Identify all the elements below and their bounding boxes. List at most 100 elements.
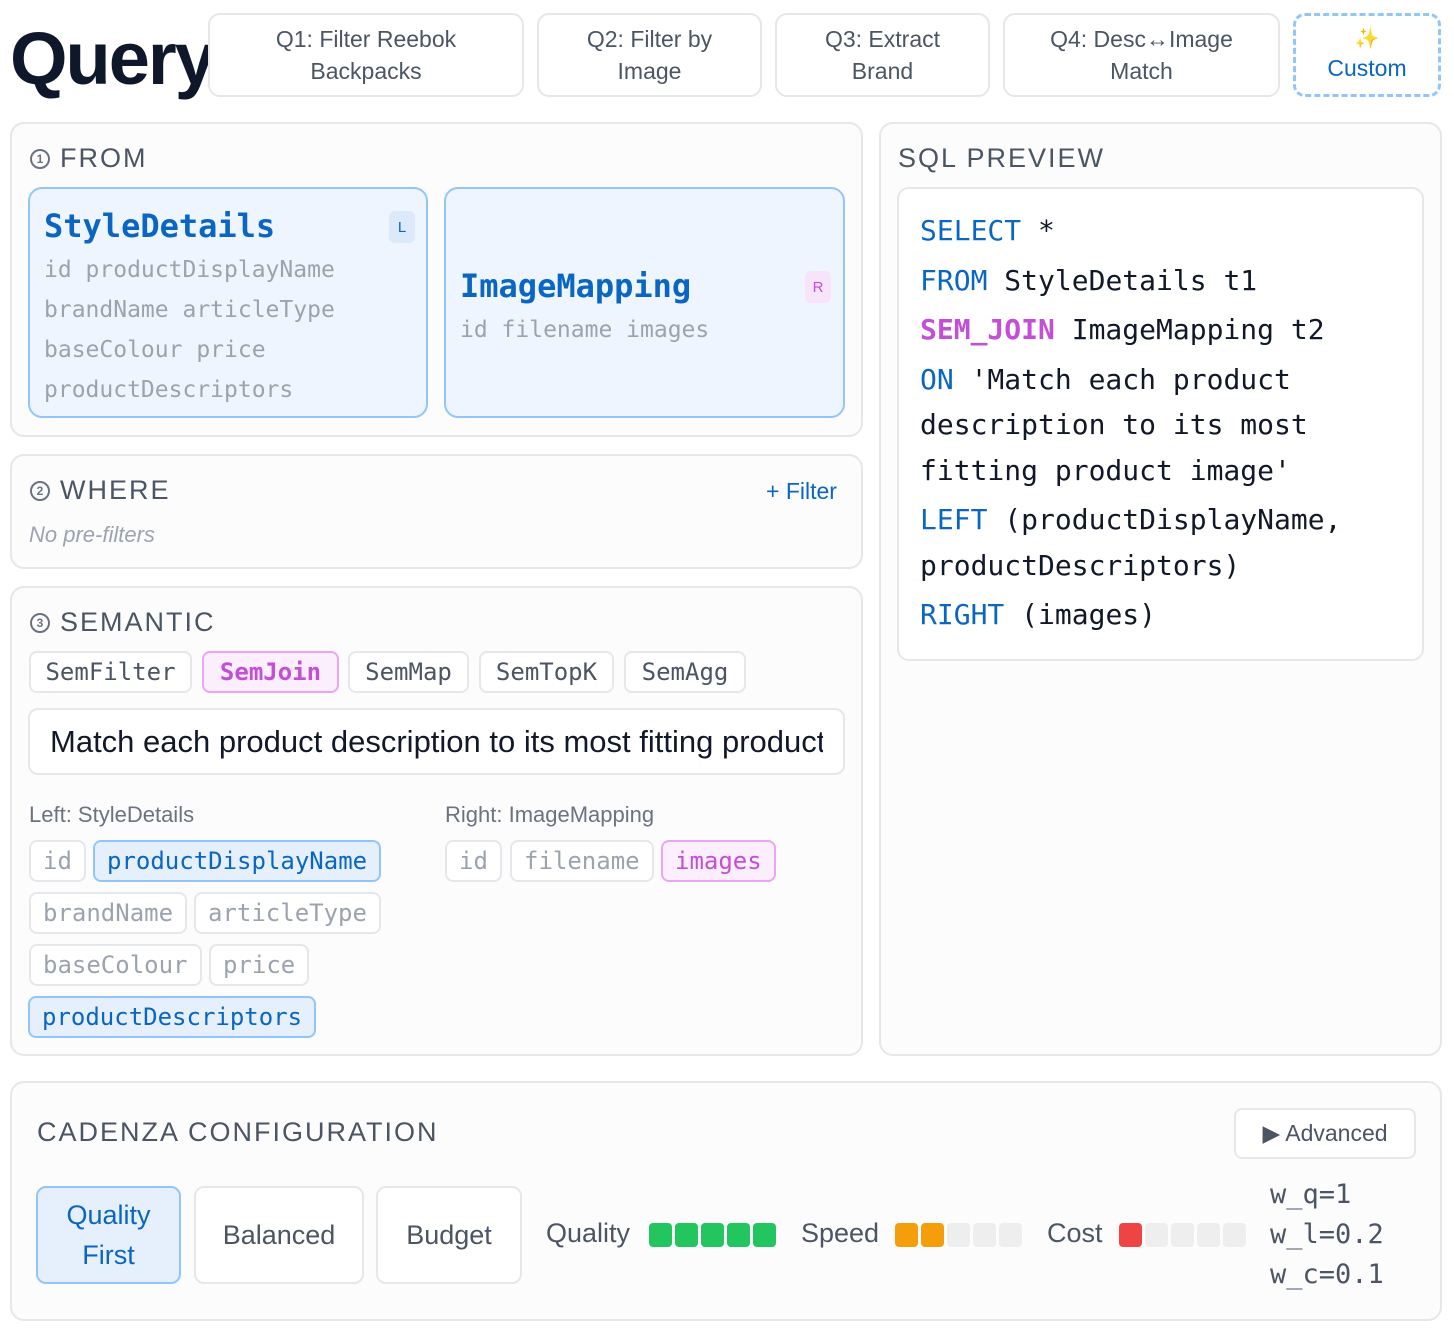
sql-keyword: SEM_JOIN [920,313,1055,346]
semantic-section-title: 3 SEMANTIC [30,607,216,638]
semantic-title-text: SEMANTIC [60,607,216,637]
sql-line: productDescriptors) [920,549,1240,582]
left-table-columns-line: id productDisplayName [44,257,335,283]
left-table-columns-line: productDescriptors [44,377,294,403]
sql-text: (images) [1004,598,1157,631]
right-table-card[interactable]: ImageMapping R id filename images [444,187,845,418]
preset-q1-line2: Backpacks [310,58,422,84]
from-section-title: 1 FROM [30,143,147,174]
where-section-title: 2 WHERE [30,475,171,506]
left-col-productdisplayname[interactable]: productDisplayName [93,840,382,882]
speed-meter [895,1223,1022,1247]
preset-q3-button[interactable]: Q3: Extract Brand [775,13,990,97]
left-col-basecolour[interactable]: baseColour [29,944,202,986]
sql-text: fitting product image' [920,454,1291,487]
add-filter-button[interactable]: + Filter [766,478,837,505]
preset-q3-line2: Brand [851,58,914,84]
sql-line: fitting product image' [920,454,1291,487]
custom-query-button[interactable]: ✨ Custom [1293,13,1441,97]
cost-meter-label: Cost [1047,1218,1103,1248]
left-col-id[interactable]: id [29,840,86,882]
left-col-brandname[interactable]: brandName [29,892,188,934]
meter-segment [701,1223,724,1247]
op-semjoin-button[interactable]: SemJoin [202,651,339,693]
page-title: Query [10,17,216,100]
op-semtopk-button[interactable]: SemTopK [479,651,614,693]
sql-line: SELECT * [920,214,1055,247]
sql-line: description to its most [920,408,1308,441]
quality-meter [649,1223,776,1247]
right-columns-label: Right: ImageMapping [445,802,655,827]
right-table-badge: R [805,271,831,303]
right-col-images[interactable]: images [661,840,776,882]
sql-text: description to its most [920,408,1308,441]
right-table-name: ImageMapping [460,267,692,305]
meter-segment [1145,1223,1168,1247]
mode-label-line: Quality [66,1200,151,1230]
quality-meter-label: Quality [546,1218,631,1248]
meter-segment [727,1223,750,1247]
step-1-icon: 1 [30,148,50,169]
preset-q2-line1: Q2: Filter by [586,26,713,52]
right-table-columns: id filename images [460,310,709,350]
meter-segment [999,1223,1022,1247]
preset-q4-line1: Q4: Desc↔Image [1050,26,1233,52]
sql-text: StyleDetails t1 [987,264,1258,297]
meter-segment [1223,1223,1246,1247]
left-col-articletype[interactable]: articleType [194,892,381,934]
advanced-toggle-button[interactable]: ▶ Advanced [1234,1108,1416,1159]
sql-text: 'Match each product [953,363,1291,396]
preset-q3-line1: Q3: Extract [824,26,941,52]
left-table-columns-line: brandName articleType [44,297,335,323]
weights-readout: w_q=1 w_l=0.2 w_c=0.1 [1270,1175,1384,1295]
weight-cost: w_c=0.1 [1270,1259,1384,1290]
weight-latency: w_l=0.2 [1270,1219,1384,1250]
meter-segment [973,1223,996,1247]
meter-segment [921,1223,944,1247]
sql-text: productDescriptors) [920,549,1241,582]
left-table-badge: L [389,211,415,243]
left-table-card[interactable]: StyleDetails L id productDisplayName bra… [28,187,428,418]
mode-balanced-button[interactable]: Balanced [194,1186,364,1284]
mode-label-line: First [82,1240,135,1270]
left-table-columns: id productDisplayName brandName articleT… [44,250,335,410]
sql-line: FROM StyleDetails t1 [920,264,1257,297]
sql-keyword: RIGHT [920,598,1005,631]
meter-segment [1171,1223,1194,1247]
sql-keyword: ON [920,363,954,396]
cadenza-title: CADENZA CONFIGURATION [37,1117,439,1147]
sql-line: RIGHT (images) [920,598,1156,631]
right-col-id[interactable]: id [445,840,502,882]
weight-quality: w_q=1 [1270,1179,1352,1210]
op-semagg-button[interactable]: SemAgg [624,651,746,693]
meter-segment [753,1223,776,1247]
mode-budget-button[interactable]: Budget [376,1186,522,1284]
custom-label: Custom [1327,55,1407,81]
meter-segment [895,1223,918,1247]
sql-keyword: LEFT [920,503,988,536]
where-panel [10,454,863,569]
meter-segment [649,1223,672,1247]
sql-keyword: SELECT [920,214,1022,247]
preset-q2-line2: Image [617,58,682,84]
preset-q4-button[interactable]: Q4: Desc↔Image Match [1003,13,1280,97]
semantic-prompt-input[interactable] [28,708,845,775]
left-col-productdescriptors[interactable]: productDescriptors [28,996,317,1038]
right-col-filename[interactable]: filename [510,840,654,882]
meter-segment [675,1223,698,1247]
op-semfilter-button[interactable]: SemFilter [29,651,192,693]
sparkles-icon: ✨ [1354,28,1380,50]
mode-quality-first-button[interactable]: Quality First [36,1186,181,1284]
cost-meter [1119,1223,1246,1247]
sql-line: ON 'Match each product [920,363,1291,396]
meter-segment [947,1223,970,1247]
preset-q1-button[interactable]: Q1: Filter Reebok Backpacks [208,13,524,97]
no-prefilters-text: No pre-filters [29,522,155,547]
left-col-price[interactable]: price [209,944,310,986]
left-table-columns-line: baseColour price [44,337,266,363]
preset-q2-button[interactable]: Q2: Filter by Image [537,13,762,97]
speed-meter-label: Speed [801,1218,880,1248]
op-semmap-button[interactable]: SemMap [348,651,469,693]
meter-segment [1119,1223,1142,1247]
from-title-text: FROM [60,143,148,173]
